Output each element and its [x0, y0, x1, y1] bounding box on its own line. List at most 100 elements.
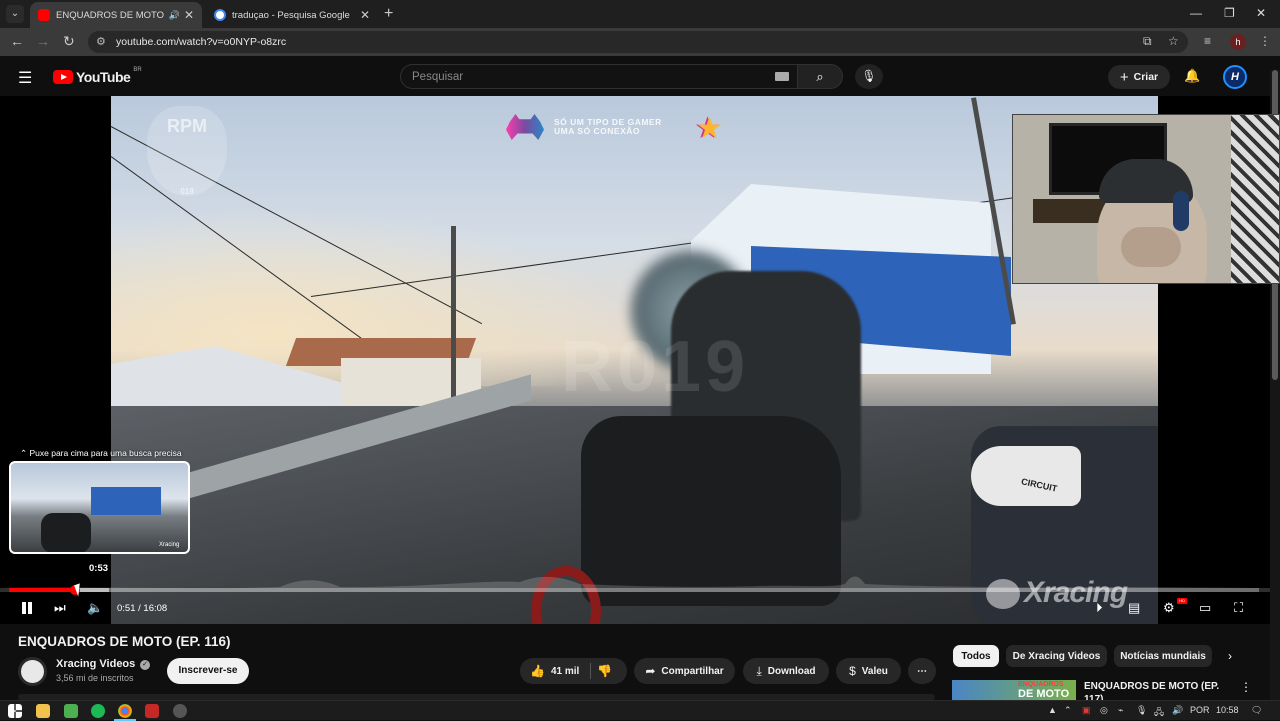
kebab-menu-icon[interactable]: ⋮	[1259, 34, 1271, 48]
next-video-icon[interactable]: ⏭	[54, 600, 66, 616]
star-icon: ★	[696, 112, 723, 145]
progress-bar-played	[9, 588, 75, 592]
download-button[interactable]: ⤓ Download	[743, 658, 829, 684]
bookmark-star-icon[interactable]: ☆	[1168, 34, 1179, 48]
tray-usb-icon[interactable]: ⌁	[1118, 705, 1123, 716]
forward-arrow-icon[interactable]: →	[36, 33, 50, 49]
logo-text: YouTube	[76, 69, 131, 85]
chip-world-news[interactable]: Notícias mundiais	[1114, 645, 1212, 667]
video-frame: CIRCUIT RPM 019 R019 SÓ UM TIPO DE GAMER U…	[111, 96, 1158, 624]
search-placeholder: Pesquisar	[412, 71, 464, 83]
share-label: Compartilhar	[661, 665, 724, 677]
notifications-bell-icon[interactable]: 🔔	[1184, 68, 1200, 84]
search-input[interactable]: Pesquisar	[400, 64, 798, 89]
obs-icon[interactable]	[173, 704, 187, 718]
more-actions-icon[interactable]: ⋯	[908, 658, 936, 684]
notification-center-icon[interactable]: 🗨	[1251, 705, 1262, 716]
hd-badge: HD	[1177, 598, 1187, 604]
profile-avatar[interactable]: h	[1230, 34, 1246, 50]
reload-icon[interactable]: ↻	[63, 33, 75, 50]
media-control-icon[interactable]: ≡	[1204, 34, 1211, 48]
sponsor-overlay: SÓ UM TIPO DE GAMER UMA SÓ CONEXÃO ★	[506, 112, 746, 148]
clock[interactable]: 10:58	[1216, 705, 1239, 715]
precise-seek-hint: ⌃ Puxe para cima para uma busca precisa	[20, 448, 182, 458]
keyboard-icon[interactable]	[775, 72, 789, 81]
streamer-hand	[1121, 227, 1181, 267]
share-button[interactable]: ➦ Compartilhar	[634, 658, 735, 684]
tray-app-icon[interactable]: ▣	[1082, 705, 1091, 716]
youtube-logo[interactable]: YouTube BR	[53, 67, 142, 85]
thumbs-down-icon[interactable]: 👎	[597, 664, 612, 678]
center-watermark: R019	[561, 327, 750, 407]
minimize-icon[interactable]: —	[1190, 6, 1202, 20]
gamepad-app-icon[interactable]	[64, 704, 78, 718]
tab-google-search[interactable]: traduçao - Pesquisa Google ✕	[206, 2, 378, 28]
autoplay-toggle-icon[interactable]: ⏵	[1096, 600, 1103, 616]
back-arrow-icon[interactable]: ←	[10, 33, 24, 49]
like-count[interactable]: 41 mil	[551, 666, 579, 677]
windows-start-icon[interactable]	[8, 704, 22, 718]
recommended-video-thumbnail[interactable]: ENQUADROS DE MOTO	[952, 680, 1076, 700]
tray-network-icon[interactable]: 🖧	[1154, 705, 1164, 721]
chip-from-channel[interactable]: De Xracing Videos	[1006, 645, 1107, 667]
recommended-more-icon[interactable]: ⋮	[1240, 680, 1252, 694]
subscribe-button[interactable]: Inscrever-se	[167, 658, 249, 684]
subscriber-count: 3,56 mi de inscritos	[56, 673, 134, 683]
channel-name[interactable]: Xracing Videos	[56, 658, 135, 670]
search-button[interactable]: ⌕	[797, 64, 843, 89]
chevron-right-icon[interactable]: ›	[1228, 649, 1232, 663]
url-text[interactable]: youtube.com/watch?v=o0NYP-o8zrc	[116, 36, 286, 48]
settings-gear-icon[interactable]: ⚙	[1163, 600, 1175, 616]
progress-bar-track[interactable]	[9, 588, 1259, 592]
thumb-text-line2: DE MOTO	[1018, 688, 1070, 700]
tab-youtube-video[interactable]: ENQUADROS DE MOTO (EP. 🔊 ✕	[30, 2, 202, 28]
dirt-bike-fender	[971, 446, 1081, 506]
install-app-icon[interactable]: ⧉	[1143, 34, 1152, 49]
thanks-label: Valeu	[861, 665, 888, 677]
new-tab-plus-icon[interactable]: +	[384, 5, 393, 23]
tray-wifi-icon[interactable]: ◎	[1100, 705, 1108, 716]
account-avatar[interactable]: H	[1223, 65, 1247, 89]
restore-icon[interactable]: ❐	[1224, 6, 1235, 20]
headset	[1173, 191, 1189, 231]
pause-icon[interactable]	[20, 601, 34, 615]
volume-icon[interactable]: 🔈	[87, 600, 103, 616]
recommended-video-title[interactable]: ENQUADROS DE MOTO (EP. 117)	[1084, 680, 1224, 700]
speaker-icon[interactable]: 🔊	[169, 10, 180, 21]
tray-volume-icon[interactable]: 🔊	[1172, 705, 1183, 716]
site-info-icon[interactable]: ⚙	[96, 35, 106, 48]
video-title: ENQUADROS DE MOTO (EP. 116)	[18, 634, 231, 649]
recorder-app-icon[interactable]	[145, 704, 159, 718]
voice-search-mic-icon[interactable]: 🎙	[855, 64, 883, 89]
tray-mic-icon[interactable]: 🎙	[1136, 705, 1147, 716]
thumb-text-line1: ENQUADROS	[1018, 681, 1064, 688]
tab-close-icon[interactable]: ✕	[184, 8, 194, 22]
create-button[interactable]: + Criar	[1108, 65, 1170, 89]
fullscreen-icon[interactable]: ⛶	[1234, 600, 1243, 616]
file-explorer-icon[interactable]	[36, 704, 50, 718]
window-close-icon[interactable]: ✕	[1256, 6, 1266, 20]
spotify-icon[interactable]	[91, 704, 105, 718]
chrome-icon[interactable]	[114, 704, 136, 721]
channel-avatar[interactable]	[18, 657, 47, 686]
tray-nvidia-icon[interactable]: ▲	[1048, 705, 1057, 715]
input-language[interactable]: POR	[1190, 705, 1210, 715]
preview-bike	[41, 513, 91, 552]
tab-close-icon[interactable]: ✕	[360, 8, 370, 22]
rpm-watermark-text: RPM	[167, 116, 207, 136]
youtube-play-logo-icon	[53, 70, 73, 84]
rpm-watermark-sub: 019	[180, 187, 194, 196]
tab-search-chevron-icon[interactable]: ⌄	[6, 5, 24, 23]
thanks-button[interactable]: $ Valeu	[836, 658, 901, 684]
address-bar[interactable]: ⚙ youtube.com/watch?v=o0NYP-o8zrc	[88, 31, 1188, 53]
thumbs-up-icon[interactable]: 👍	[530, 664, 545, 678]
streamer-webcam-overlay	[1012, 114, 1280, 284]
tab-title: ENQUADROS DE MOTO (EP.	[56, 9, 165, 21]
theater-mode-icon[interactable]: ▭	[1199, 600, 1211, 616]
chip-all[interactable]: Todos	[953, 645, 999, 667]
tray-arrow-icon[interactable]: ⌃	[1064, 705, 1072, 716]
hamburger-menu-icon[interactable]: ☰	[18, 68, 32, 88]
preview-logo: Xracing	[159, 542, 180, 548]
rpm-watermark-logo: RPM 019	[147, 106, 227, 196]
subtitles-icon[interactable]: ▤	[1128, 600, 1140, 616]
